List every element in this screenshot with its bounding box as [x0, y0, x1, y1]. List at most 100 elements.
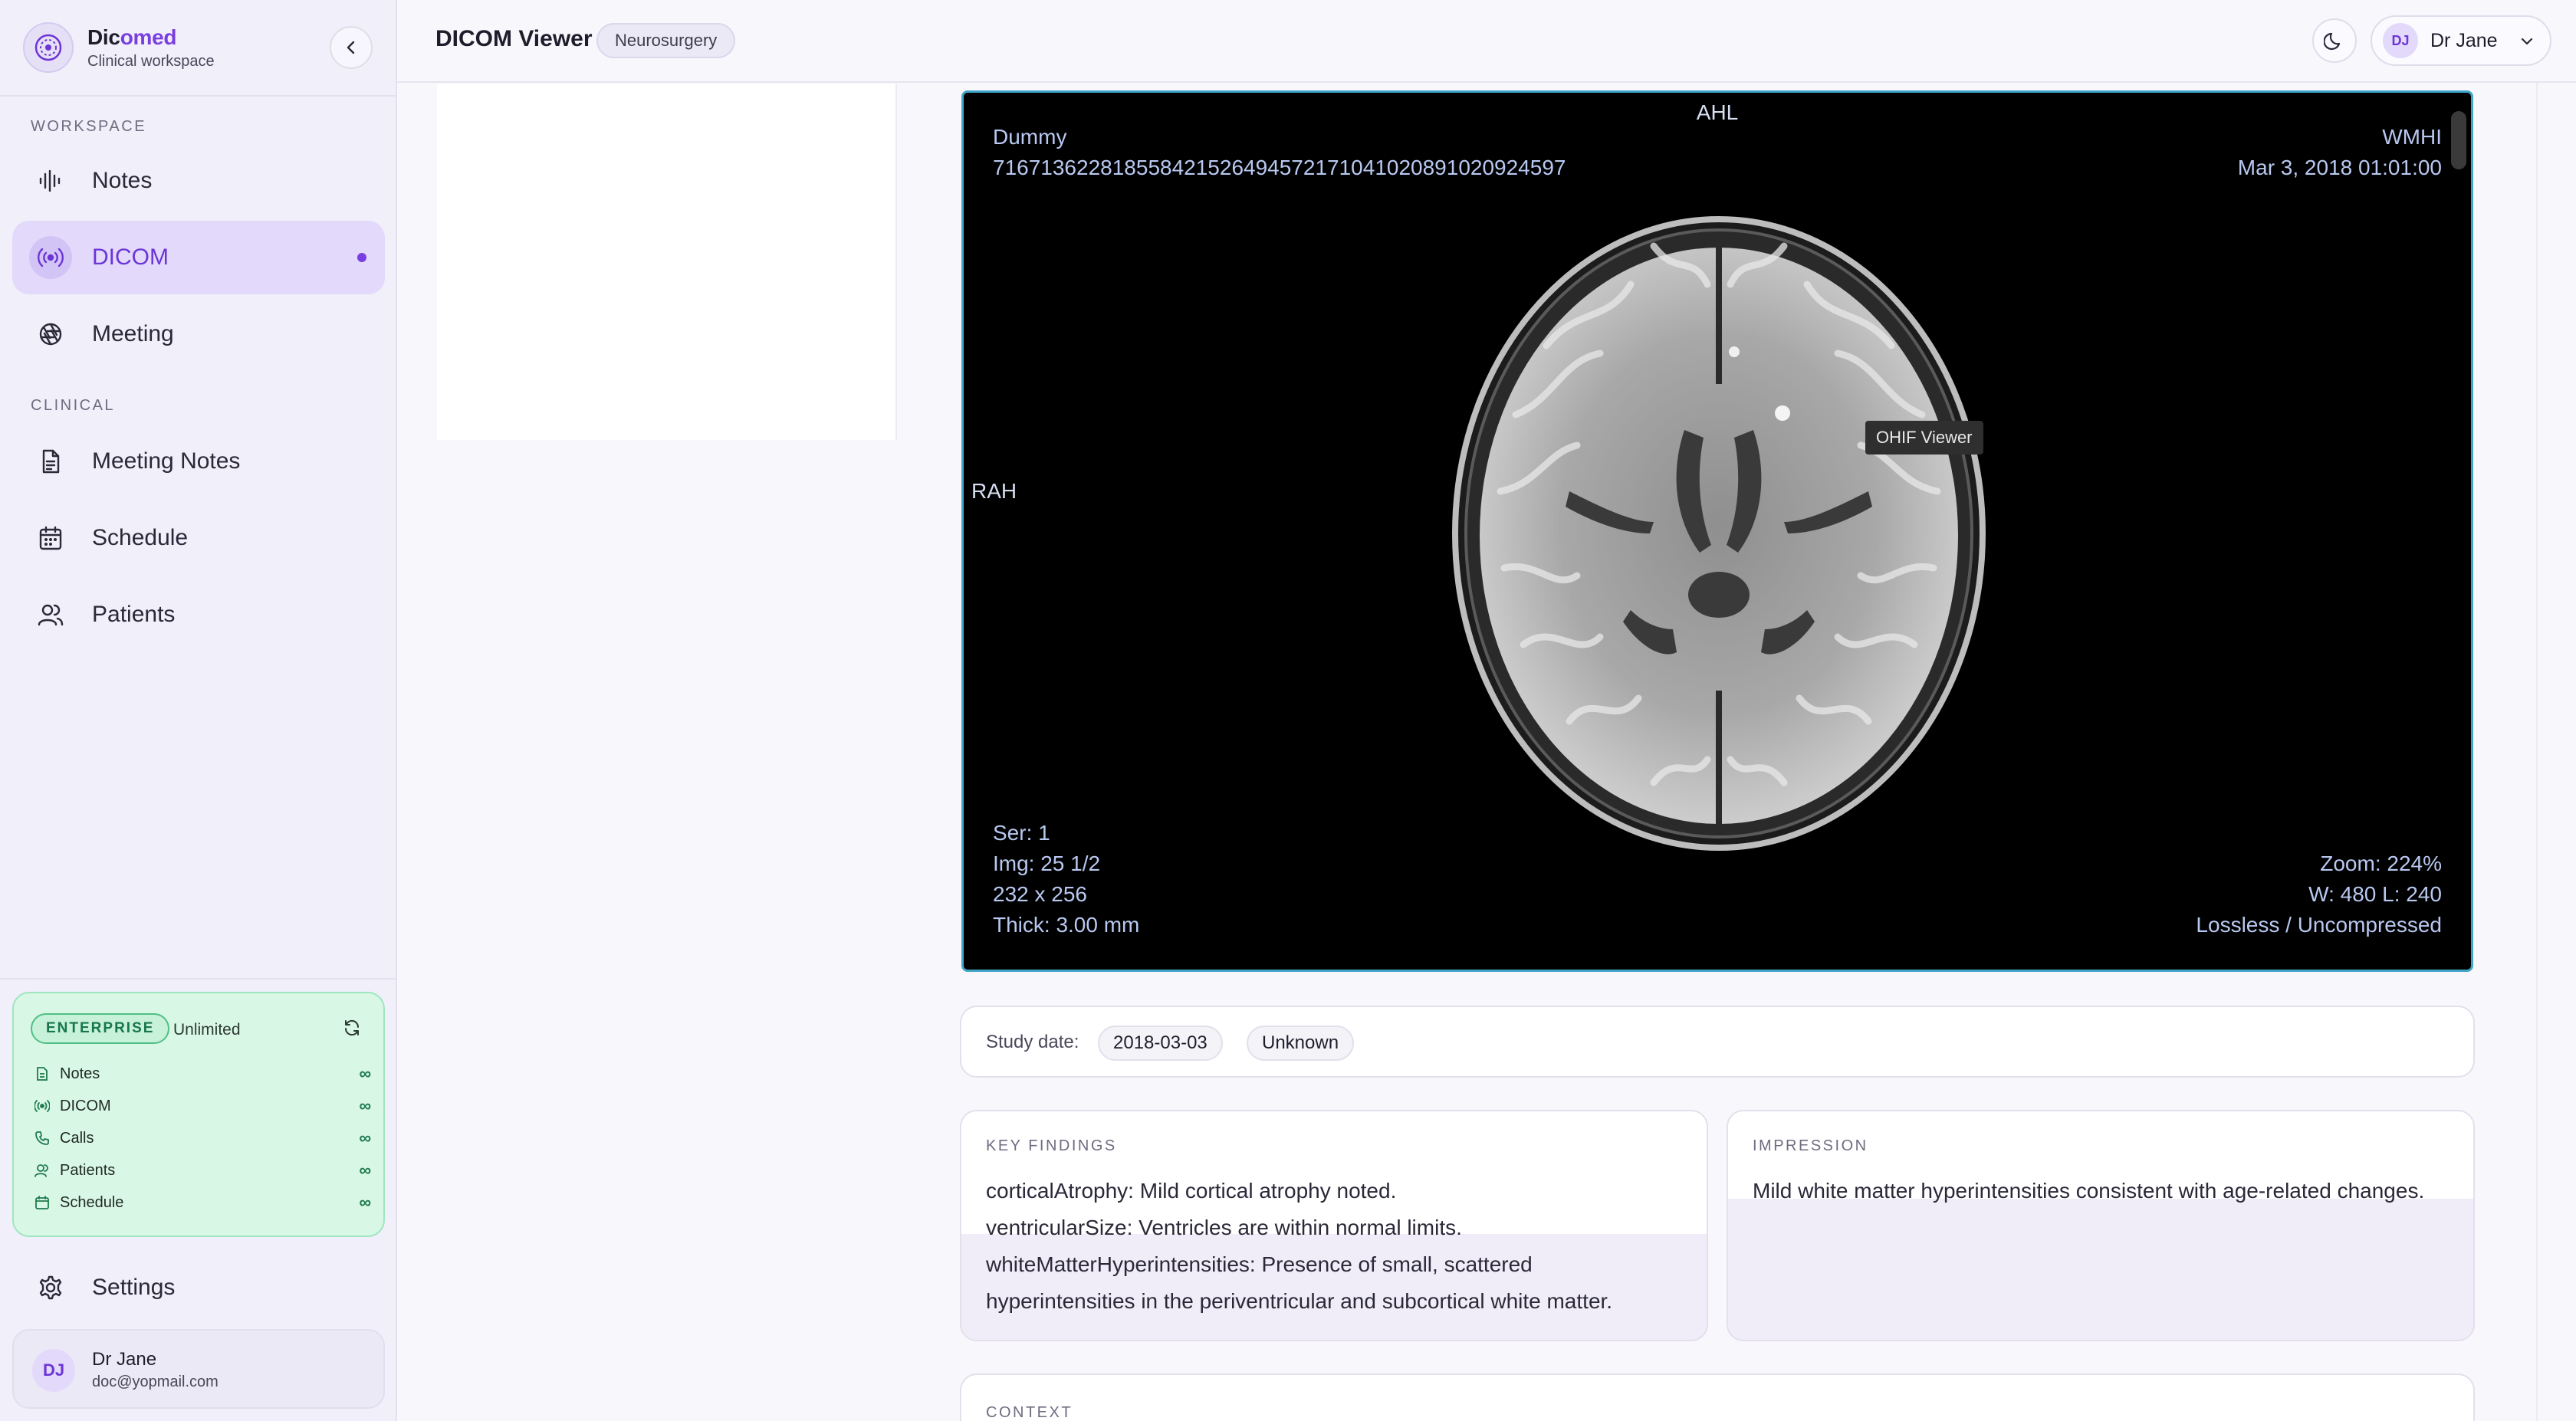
page-title: DICOM Viewer	[435, 26, 593, 51]
calendar-icon	[35, 523, 66, 553]
impression-text: Mild white matter hyperintensities consi…	[1753, 1179, 2425, 1203]
image-index: Img: 25 1/2	[993, 852, 1101, 875]
plan-badge: ENTERPRISE	[31, 1013, 170, 1044]
sidebar-item-meeting[interactable]: Meeting	[12, 297, 385, 371]
sidebar-item-meeting-notes[interactable]: Meeting Notes	[12, 425, 385, 498]
logo-icon	[23, 22, 74, 73]
plan-row-value: ∞	[359, 1193, 371, 1212]
slice-thickness: Thick: 3.00 mm	[993, 913, 1140, 937]
plan-row-label: Schedule	[60, 1193, 124, 1211]
divider	[0, 95, 396, 97]
user-profile-card[interactable]: DJ Dr Jane doc@yopmail.com	[12, 1329, 385, 1409]
calendar-icon	[32, 1193, 52, 1213]
theme-toggle-button[interactable]	[2312, 18, 2357, 63]
refresh-icon	[344, 1019, 360, 1036]
plan-row-schedule: Schedule ∞	[32, 1191, 371, 1214]
aperture-icon	[35, 319, 66, 350]
sidebar-item-label: Meeting	[92, 321, 174, 346]
sidebar-item-label: DICOM	[92, 244, 169, 270]
study-status-badge: Unknown	[1247, 1026, 1355, 1061]
plan-row-value: ∞	[359, 1064, 371, 1083]
context-label: CONTEXT	[986, 1404, 1073, 1421]
orientation-top: AHL	[1696, 100, 1739, 124]
sidebar-item-dicom[interactable]: DICOM	[12, 221, 385, 294]
plan-row-label: Patients	[60, 1161, 116, 1179]
section-label-workspace: WORKSPACE	[31, 118, 147, 135]
chevron-down-icon	[2521, 38, 2533, 45]
window-level: W: 480 L: 240	[2308, 882, 2442, 906]
left-column	[437, 440, 897, 1421]
dicom-viewport[interactable]: AHL RAH Dummy 71671362281855842152649457…	[961, 90, 2473, 972]
plan-row-value: ∞	[359, 1128, 371, 1147]
user-menu-button[interactable]: DJ Dr Jane	[2371, 15, 2551, 66]
plan-row-label: Notes	[60, 1065, 100, 1082]
document-icon	[32, 1064, 52, 1084]
refresh-button[interactable]	[340, 1016, 363, 1039]
avatar: DJ	[2383, 23, 2418, 58]
key-findings-label: KEY FINDINGS	[986, 1137, 1117, 1154]
sidebar-item-label: Schedule	[92, 525, 189, 550]
plan-row-label: DICOM	[60, 1097, 111, 1114]
orientation-left: RAH	[971, 479, 1017, 503]
brand-subtitle: Clinical workspace	[87, 52, 215, 70]
plan-tier: Unlimited	[173, 1021, 241, 1039]
user-name: Dr Jane	[92, 1349, 157, 1370]
viewport-scrollbar[interactable]	[2451, 111, 2466, 169]
sidebar-item-label: Meeting Notes	[92, 448, 241, 474]
sidebar-item-settings[interactable]: Settings	[12, 1251, 385, 1324]
top-header: DICOM Viewer Neurosurgery DJ Dr Jane	[397, 0, 2576, 83]
plan-row-patients: Patients ∞	[32, 1159, 371, 1182]
sidebar-item-schedule[interactable]: Schedule	[12, 501, 385, 575]
chevron-left-icon	[347, 41, 355, 54]
sidebar-item-patients[interactable]: Patients	[12, 578, 385, 651]
broadcast-icon	[32, 1096, 52, 1116]
plan-row-value: ∞	[359, 1096, 371, 1115]
plan-row-label: Calls	[60, 1129, 94, 1147]
sidebar-item-notes[interactable]: Notes	[12, 144, 385, 218]
divider	[2536, 83, 2538, 1421]
study-info-card: Study date: 2018-03-03 Unknown	[960, 1006, 2475, 1078]
department-badge: Neurosurgery	[596, 23, 736, 58]
sidebar: Dicomed Clinical workspace WORKSPACE Not…	[0, 0, 397, 1421]
series-panel	[437, 84, 897, 440]
plan-row-dicom: DICOM ∞	[32, 1094, 371, 1117]
section-label-clinical: CLINICAL	[31, 397, 116, 414]
series-number: Ser: 1	[993, 821, 1050, 845]
divider	[0, 978, 396, 980]
moon-icon	[2324, 32, 2341, 51]
impression-label: IMPRESSION	[1753, 1137, 1868, 1154]
study-date-value: 2018-03-03	[1098, 1026, 1223, 1061]
zoom-level: Zoom: 224%	[2320, 852, 2442, 875]
sidebar-item-label: Patients	[92, 602, 176, 627]
study-datetime: Mar 3, 2018 01:01:00	[2237, 156, 2442, 179]
finding-line: hyperintensities in the periventricular …	[986, 1289, 1613, 1313]
users-icon	[35, 599, 66, 630]
plan-row-value: ∞	[359, 1160, 371, 1180]
context-card: CONTEXT	[960, 1373, 2475, 1421]
plan-usage-card: ENTERPRISE Unlimited Notes ∞ DICOM ∞ Cal…	[12, 992, 385, 1237]
brand[interactable]: Dicomed Clinical workspace	[23, 20, 215, 75]
user-menu-name: Dr Jane	[2430, 29, 2498, 51]
key-findings-text: corticalAtrophy: Mild cortical atrophy n…	[986, 1173, 1684, 1320]
finding-line: whiteMatterHyperintensities: Presence of…	[986, 1252, 1533, 1276]
avatar: DJ	[32, 1349, 75, 1392]
collapse-sidebar-button[interactable]	[330, 26, 373, 69]
plan-row-notes: Notes ∞	[32, 1062, 371, 1085]
active-indicator-dot	[357, 253, 366, 262]
brain-mri-image	[1397, 189, 2041, 894]
sidebar-item-label: Settings	[92, 1275, 176, 1300]
institution-name: WMHI	[2382, 125, 2442, 149]
sidebar-item-label: Notes	[92, 168, 153, 193]
gear-icon	[35, 1272, 66, 1303]
impression-card: IMPRESSION Mild white matter hyperintens…	[1727, 1110, 2475, 1341]
finding-line: corticalAtrophy: Mild cortical atrophy n…	[986, 1179, 1397, 1203]
study-date-label: Study date:	[986, 1032, 1079, 1052]
brand-name: Dicomed	[87, 25, 177, 49]
plan-row-calls: Calls ∞	[32, 1127, 371, 1150]
waveform-icon	[35, 166, 66, 196]
document-icon	[35, 446, 66, 477]
patient-name: Dummy	[993, 125, 1067, 149]
broadcast-icon	[29, 236, 72, 279]
key-findings-card: KEY FINDINGS corticalAtrophy: Mild corti…	[960, 1110, 1708, 1341]
study-uid: 7167136228185584215264945721710410208910…	[993, 156, 1566, 179]
